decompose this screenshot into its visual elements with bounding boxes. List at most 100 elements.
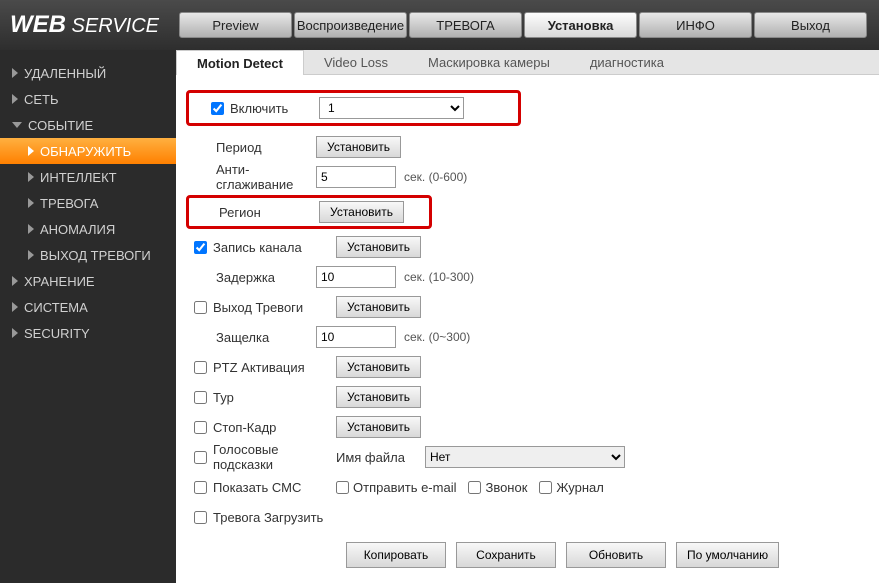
top-tabs: Preview Воспроизведение ТРЕВОГА Установк… (179, 12, 867, 38)
sidebar-item-5[interactable]: ТРЕВОГА (0, 190, 176, 216)
upload-checkbox[interactable] (194, 511, 207, 524)
tab-alarm[interactable]: ТРЕВОГА (409, 12, 522, 38)
snapshot-set-button[interactable]: Установить (336, 416, 421, 438)
chevron-right-icon (12, 94, 18, 104)
log-label: Журнал (556, 480, 603, 495)
sidebar-item-3[interactable]: ОБНАРУЖИТЬ (0, 138, 176, 164)
tab-preview[interactable]: Preview (179, 12, 292, 38)
snapshot-label: Стоп-Кадр (213, 420, 276, 435)
tour-set-button[interactable]: Установить (336, 386, 421, 408)
footer-buttons: Копировать Сохранить Обновить По умолчан… (186, 532, 869, 568)
voice-checkbox[interactable] (194, 451, 207, 464)
record-set-button[interactable]: Установить (336, 236, 421, 258)
sidebar-item-label: СИСТЕМА (24, 300, 88, 315)
form-area: Включить 1 ПериодУстановить Анти-сглажив… (176, 75, 879, 583)
highlight-region: РегионУстановить (186, 195, 432, 229)
showmsg-label: Показать СМС (213, 480, 301, 495)
sidebar-item-6[interactable]: АНОМАЛИЯ (0, 216, 176, 242)
showmsg-checkbox[interactable] (194, 481, 207, 494)
sub-tabs: Motion Detect Video Loss Маскировка каме… (176, 50, 879, 75)
tour-label: Тур (213, 390, 234, 405)
filename-label: Имя файла (336, 450, 405, 465)
upload-label: Тревога Загрузить (213, 510, 323, 525)
buzzer-checkbox[interactable] (468, 481, 481, 494)
sidebar-item-0[interactable]: УДАЛЕННЫЙ (0, 60, 176, 86)
chevron-right-icon (28, 146, 34, 156)
tab-info[interactable]: ИНФО (639, 12, 752, 38)
sidebar: УДАЛЕННЫЙ СЕТЬ СОБЫТИЕ ОБНАРУЖИТЬ ИНТЕЛЛЕКТ Т… (0, 50, 176, 583)
sidebar-item-4[interactable]: ИНТЕЛЛЕКТ (0, 164, 176, 190)
logo: WEB SERVICE (10, 11, 159, 39)
ptz-checkbox[interactable] (194, 361, 207, 374)
save-button[interactable]: Сохранить (456, 542, 556, 568)
sidebar-item-label: УДАЛЕННЫЙ (24, 66, 106, 81)
highlight-enable: Включить 1 (186, 90, 521, 126)
sidebar-item-label: АНОМАЛИЯ (40, 222, 115, 237)
alarmout-set-button[interactable]: Установить (336, 296, 421, 318)
copy-button[interactable]: Копировать (346, 542, 446, 568)
antidither-input[interactable] (316, 166, 396, 188)
region-set-button[interactable]: Установить (319, 201, 404, 223)
record-checkbox[interactable] (194, 241, 207, 254)
subtab-tamper[interactable]: Маскировка камеры (408, 50, 570, 74)
email-checkbox[interactable] (336, 481, 349, 494)
delay-hint: сек. (10-300) (404, 270, 474, 284)
chevron-down-icon (12, 122, 22, 128)
chevron-right-icon (28, 198, 34, 208)
subtab-motion[interactable]: Motion Detect (176, 50, 304, 75)
tab-logout[interactable]: Выход (754, 12, 867, 38)
sidebar-item-label: ОБНАРУЖИТЬ (40, 144, 131, 159)
chevron-right-icon (28, 224, 34, 234)
latch-input[interactable] (316, 326, 396, 348)
sidebar-item-label: ИНТЕЛЛЕКТ (40, 170, 117, 185)
buzzer-label: Звонок (485, 480, 527, 495)
period-label: Период (186, 140, 316, 155)
region-label: Регион (189, 205, 319, 220)
enable-label: Включить (230, 101, 288, 116)
alarmout-label: Выход Тревоги (213, 300, 303, 315)
enable-checkbox[interactable] (211, 102, 224, 115)
sidebar-item-1[interactable]: СЕТЬ (0, 86, 176, 112)
default-button[interactable]: По умолчанию (676, 542, 779, 568)
period-set-button[interactable]: Установить (316, 136, 401, 158)
sidebar-item-7[interactable]: ВЫХОД ТРЕВОГИ (0, 242, 176, 268)
log-checkbox[interactable] (539, 481, 552, 494)
sidebar-item-2[interactable]: СОБЫТИЕ (0, 112, 176, 138)
chevron-right-icon (12, 68, 18, 78)
email-label: Отправить e-mail (353, 480, 456, 495)
antidither-hint: сек. (0-600) (404, 170, 467, 184)
snapshot-checkbox[interactable] (194, 421, 207, 434)
sidebar-item-label: SECURITY (24, 326, 90, 341)
tab-playback[interactable]: Воспроизведение (294, 12, 407, 38)
record-label: Запись канала (213, 240, 302, 255)
antidither-label: Анти-сглаживание (186, 162, 316, 192)
sidebar-item-10[interactable]: SECURITY (0, 320, 176, 346)
subtab-diag[interactable]: диагностика (570, 50, 684, 74)
alarmout-checkbox[interactable] (194, 301, 207, 314)
tour-checkbox[interactable] (194, 391, 207, 404)
sidebar-item-8[interactable]: ХРАНЕНИЕ (0, 268, 176, 294)
sidebar-item-9[interactable]: СИСТЕМА (0, 294, 176, 320)
chevron-right-icon (28, 172, 34, 182)
delay-label: Задержка (186, 270, 316, 285)
ptz-label: PTZ Активация (213, 360, 305, 375)
voice-label: Голосовые подсказки (213, 442, 336, 472)
sidebar-item-label: ХРАНЕНИЕ (24, 274, 95, 289)
tab-setup[interactable]: Установка (524, 12, 637, 38)
sidebar-item-label: СЕТЬ (24, 92, 59, 107)
ptz-set-button[interactable]: Установить (336, 356, 421, 378)
sidebar-item-label: ВЫХОД ТРЕВОГИ (40, 248, 151, 263)
channel-select[interactable]: 1 (319, 97, 464, 119)
refresh-button[interactable]: Обновить (566, 542, 666, 568)
filename-select[interactable]: Нет (425, 446, 625, 468)
sidebar-item-label: ТРЕВОГА (40, 196, 98, 211)
chevron-right-icon (28, 250, 34, 260)
chevron-right-icon (12, 328, 18, 338)
delay-input[interactable] (316, 266, 396, 288)
chevron-right-icon (12, 276, 18, 286)
chevron-right-icon (12, 302, 18, 312)
sidebar-item-label: СОБЫТИЕ (28, 118, 93, 133)
latch-label: Защелка (186, 330, 316, 345)
latch-hint: сек. (0~300) (404, 330, 470, 344)
subtab-videoloss[interactable]: Video Loss (304, 50, 408, 74)
